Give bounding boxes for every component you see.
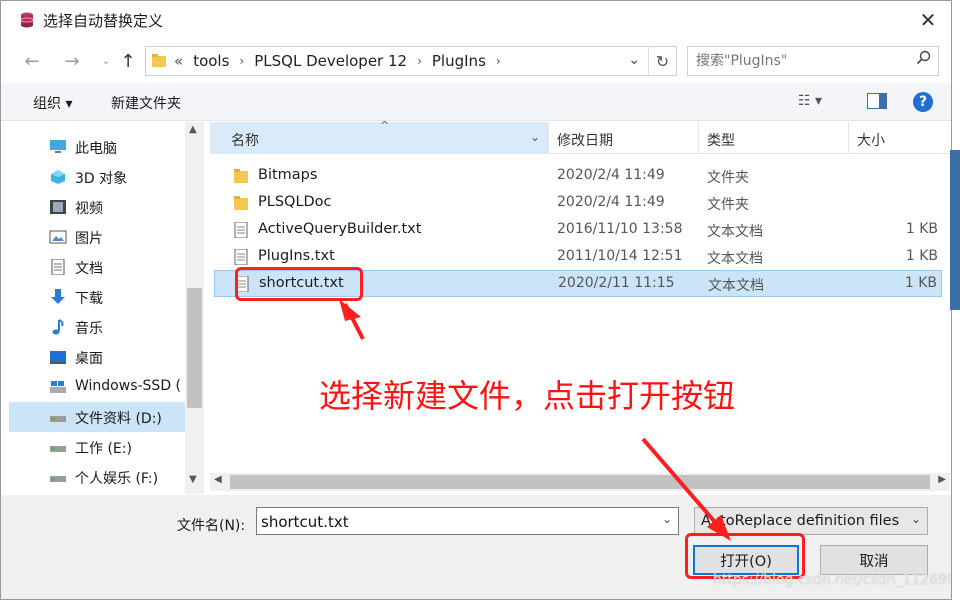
annotation-arrows [339,299,731,541]
watermark: https://blog.csdn.net/csdn_112699536 [713,572,951,588]
background-window-edge [950,150,960,310]
arrowhead-up [339,299,361,321]
annotation-text: 选择新建文件，点击打开按钮 [319,377,736,415]
arrow-to-open [641,437,723,531]
file-open-dialog: 选择自动替换定义 ✕ ← → ⌄ ↑ « tools › PLSQL Devel… [0,0,952,600]
